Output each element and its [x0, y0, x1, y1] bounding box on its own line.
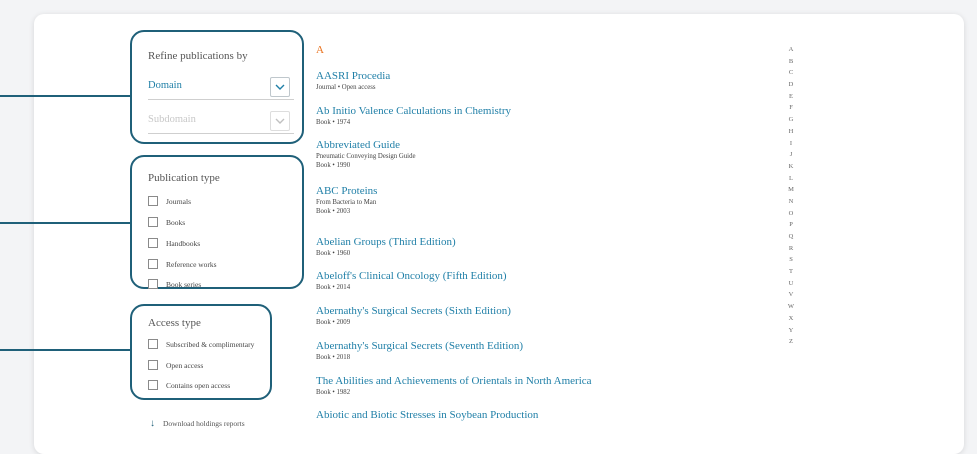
publication-subtitle: From Bacteria to Man: [316, 199, 377, 206]
alphabet-letter-link[interactable]: A: [786, 44, 796, 56]
subdomain-label: Subdomain: [148, 114, 196, 125]
checkbox-box[interactable]: [148, 339, 158, 349]
alphabet-letter-link[interactable]: V: [786, 289, 796, 301]
alphabet-letter-link[interactable]: G: [786, 114, 796, 126]
publication-title-link[interactable]: Ab Initio Valence Calculations in Chemis…: [316, 105, 511, 117]
publication-title-link[interactable]: The Abilities and Achievements of Orient…: [316, 375, 592, 387]
alphabet-index: ABCDEFGHIJKLMNOPQRSTUVWXYZ: [786, 44, 796, 348]
domain-label: Domain: [148, 80, 182, 91]
checkbox-label: Subscribed & complimentary: [166, 339, 255, 349]
download-holdings-link[interactable]: ↓ Download holdings reports: [150, 418, 245, 429]
subdomain-select[interactable]: Subdomain: [148, 110, 294, 134]
alphabet-letter-link[interactable]: S: [786, 254, 796, 266]
alphabet-letter-link[interactable]: N: [786, 196, 796, 208]
checkbox-subscribed[interactable]: Subscribed & complimentary: [148, 337, 254, 351]
alphabet-letter-link[interactable]: C: [786, 67, 796, 79]
access-type-title: Access type: [148, 317, 201, 329]
checkbox-books[interactable]: Books: [148, 215, 185, 229]
checkbox-label: Books: [166, 217, 186, 227]
alphabet-letter-link[interactable]: E: [786, 91, 796, 103]
publication-title-link[interactable]: Abeloff's Clinical Oncology (Fifth Editi…: [316, 270, 507, 282]
publication-title-link[interactable]: Abernathy's Surgical Secrets (Sixth Edit…: [316, 305, 511, 317]
publication-title-link[interactable]: Abiotic and Biotic Stresses in Soybean P…: [316, 409, 538, 421]
publication-title-link[interactable]: Abbreviated Guide: [316, 139, 415, 151]
checkbox-open-access[interactable]: Open access: [148, 358, 203, 372]
checkbox-label: Contains open access: [166, 380, 231, 390]
alphabet-letter-link[interactable]: T: [786, 266, 796, 278]
publication-title-link[interactable]: ABC Proteins: [316, 185, 377, 197]
checkbox-contains-open-access[interactable]: Contains open access: [148, 378, 230, 392]
checkbox-label: Reference works: [166, 259, 217, 269]
refine-leader-line: [0, 95, 130, 97]
alphabet-letter-link[interactable]: K: [786, 161, 796, 173]
alphabet-letter-link[interactable]: R: [786, 243, 796, 255]
checkbox-journals[interactable]: Journals: [148, 194, 191, 208]
alphabet-letter-link[interactable]: I: [786, 138, 796, 150]
checkbox-box[interactable]: [148, 360, 158, 370]
checkbox-handbooks[interactable]: Handbooks: [148, 236, 200, 250]
list-item: Abernathy's Surgical Secrets (Sixth Edit…: [316, 305, 511, 326]
publication-title-link[interactable]: Abelian Groups (Third Edition): [316, 236, 456, 248]
checkbox-label: Journals: [166, 196, 191, 206]
domain-select[interactable]: Domain: [148, 76, 294, 100]
checkbox-label: Open access: [166, 360, 204, 370]
publication-meta: Journal • Open access: [316, 84, 376, 91]
alphabet-letter-link[interactable]: P: [786, 219, 796, 231]
publication-type-title: Publication type: [148, 172, 220, 184]
list-item: Abbreviated Guide Pneumatic Conveying De…: [316, 139, 415, 169]
download-icon: ↓: [150, 418, 155, 429]
alphabet-letter-link[interactable]: B: [786, 56, 796, 68]
refine-title: Refine publications by: [148, 50, 248, 62]
access-type-leader-line: [0, 349, 130, 351]
publication-subtitle: Pneumatic Conveying Design Guide: [316, 153, 416, 160]
list-item: Ab Initio Valence Calculations in Chemis…: [316, 105, 511, 126]
checkbox-box[interactable]: [148, 380, 158, 390]
alphabet-letter-link[interactable]: X: [786, 313, 796, 325]
checkbox-box[interactable]: [148, 217, 158, 227]
checkbox-box[interactable]: [148, 259, 158, 269]
alphabet-letter-link[interactable]: U: [786, 278, 796, 290]
publication-title-link[interactable]: AASRI Procedia: [316, 70, 390, 82]
publication-meta: Book • 2003: [316, 208, 351, 215]
download-link-label: Download holdings reports: [163, 419, 245, 428]
alphabet-letter-link[interactable]: M: [786, 184, 796, 196]
publication-title-link[interactable]: Abernathy's Surgical Secrets (Seventh Ed…: [316, 340, 523, 352]
checkbox-box[interactable]: [148, 279, 158, 289]
list-item: Abeloff's Clinical Oncology (Fifth Editi…: [316, 270, 507, 291]
chevron-down-icon[interactable]: [270, 111, 290, 131]
alphabet-letter-link[interactable]: O: [786, 208, 796, 220]
alphabet-letter-link[interactable]: D: [786, 79, 796, 91]
chevron-down-icon[interactable]: [270, 77, 290, 97]
publication-meta: Book • 2018: [316, 354, 351, 361]
publication-meta: Book • 1990: [316, 162, 351, 169]
alphabet-letter-link[interactable]: J: [786, 149, 796, 161]
alphabet-letter-link[interactable]: Z: [786, 336, 796, 348]
checkbox-reference-works[interactable]: Reference works: [148, 257, 217, 271]
alphabet-letter-link[interactable]: H: [786, 126, 796, 138]
publication-meta: Book • 2009: [316, 319, 351, 326]
alphabet-letter-link[interactable]: Q: [786, 231, 796, 243]
publication-type-leader-line: [0, 222, 130, 224]
publication-meta: Book • 1974: [316, 119, 351, 126]
list-item: Abelian Groups (Third Edition) Book • 19…: [316, 236, 456, 257]
alphabet-letter-link[interactable]: F: [786, 102, 796, 114]
list-item: The Abilities and Achievements of Orient…: [316, 375, 592, 396]
list-item: AASRI Procedia Journal • Open access: [316, 70, 390, 91]
publication-meta: Book • 1960: [316, 250, 351, 257]
alphabet-letter-link[interactable]: Y: [786, 325, 796, 337]
checkbox-label: Handbooks: [166, 238, 201, 248]
list-item: Abernathy's Surgical Secrets (Seventh Ed…: [316, 340, 523, 361]
checkbox-box[interactable]: [148, 196, 158, 206]
letter-heading: A: [316, 44, 324, 56]
alphabet-letter-link[interactable]: W: [786, 301, 796, 313]
publication-meta: Book • 2014: [316, 284, 351, 291]
checkbox-box[interactable]: [148, 238, 158, 248]
checkbox-book-series[interactable]: Book series: [148, 277, 201, 291]
checkbox-label: Book series: [166, 279, 202, 289]
list-item: ABC Proteins From Bacteria to Man Book •…: [316, 185, 377, 215]
alphabet-letter-link[interactable]: L: [786, 173, 796, 185]
publication-meta: Book • 1982: [316, 389, 351, 396]
list-item: Abiotic and Biotic Stresses in Soybean P…: [316, 409, 538, 421]
